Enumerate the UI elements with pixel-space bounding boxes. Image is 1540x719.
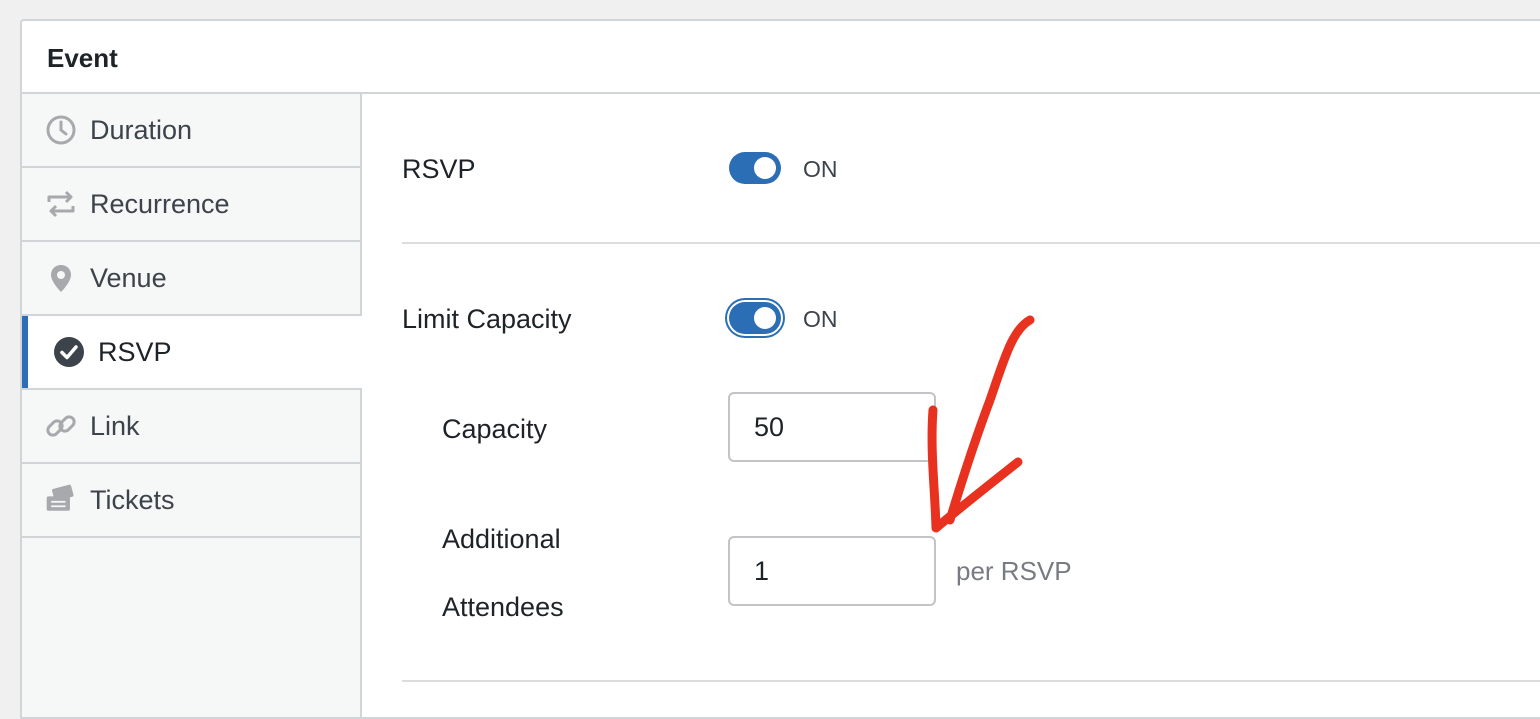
toggle-knob — [754, 307, 776, 329]
panel-header: Event — [22, 21, 1540, 94]
tab-venue[interactable]: Venue — [22, 242, 360, 316]
limit-capacity-toggle-state: ON — [803, 306, 838, 332]
capacity-input[interactable] — [728, 392, 936, 462]
tab-duration[interactable]: Duration — [22, 94, 360, 168]
repeat-icon — [44, 187, 78, 221]
divider — [402, 680, 1540, 682]
link-icon — [44, 409, 78, 443]
tab-label: Link — [90, 410, 140, 441]
rsvp-toggle-state: ON — [803, 156, 838, 182]
rsvp-settings: RSVP ON Limit Capacity ON Capacity Addit… — [362, 94, 1540, 717]
check-circle-icon — [52, 335, 86, 369]
limit-capacity-label: Limit Capacity — [402, 304, 572, 334]
tickets-icon — [44, 483, 78, 517]
rsvp-toggle[interactable] — [729, 152, 781, 184]
event-panel: Event Duration Recurrence Venue RSVP Lin… — [20, 19, 1540, 719]
additional-attendees-input[interactable] — [728, 536, 936, 606]
location-pin-icon — [44, 261, 78, 295]
tab-recurrence[interactable]: Recurrence — [22, 168, 360, 242]
tab-tickets[interactable]: Tickets — [22, 464, 360, 538]
tab-label: Recurrence — [90, 188, 230, 219]
divider — [402, 242, 1540, 244]
additional-attendees-label-line1: Additional — [442, 524, 561, 554]
tab-list: Duration Recurrence Venue RSVP Link Tick… — [22, 94, 362, 717]
rsvp-label: RSVP — [402, 154, 476, 184]
tab-label: RSVP — [98, 336, 172, 367]
tab-label: Tickets — [90, 484, 175, 515]
tab-label: Duration — [90, 114, 193, 145]
toggle-knob — [754, 157, 776, 179]
limit-capacity-toggle[interactable] — [729, 302, 781, 334]
tab-link[interactable]: Link — [22, 390, 360, 464]
tab-label: Venue — [90, 262, 167, 293]
panel-title: Event — [47, 43, 118, 73]
per-rsvp-suffix: per RSVP — [956, 556, 1072, 586]
capacity-label: Capacity — [442, 414, 548, 444]
additional-attendees-label-line2: Attendees — [442, 592, 564, 622]
clock-icon — [44, 113, 78, 147]
tab-rsvp[interactable]: RSVP — [22, 316, 362, 390]
